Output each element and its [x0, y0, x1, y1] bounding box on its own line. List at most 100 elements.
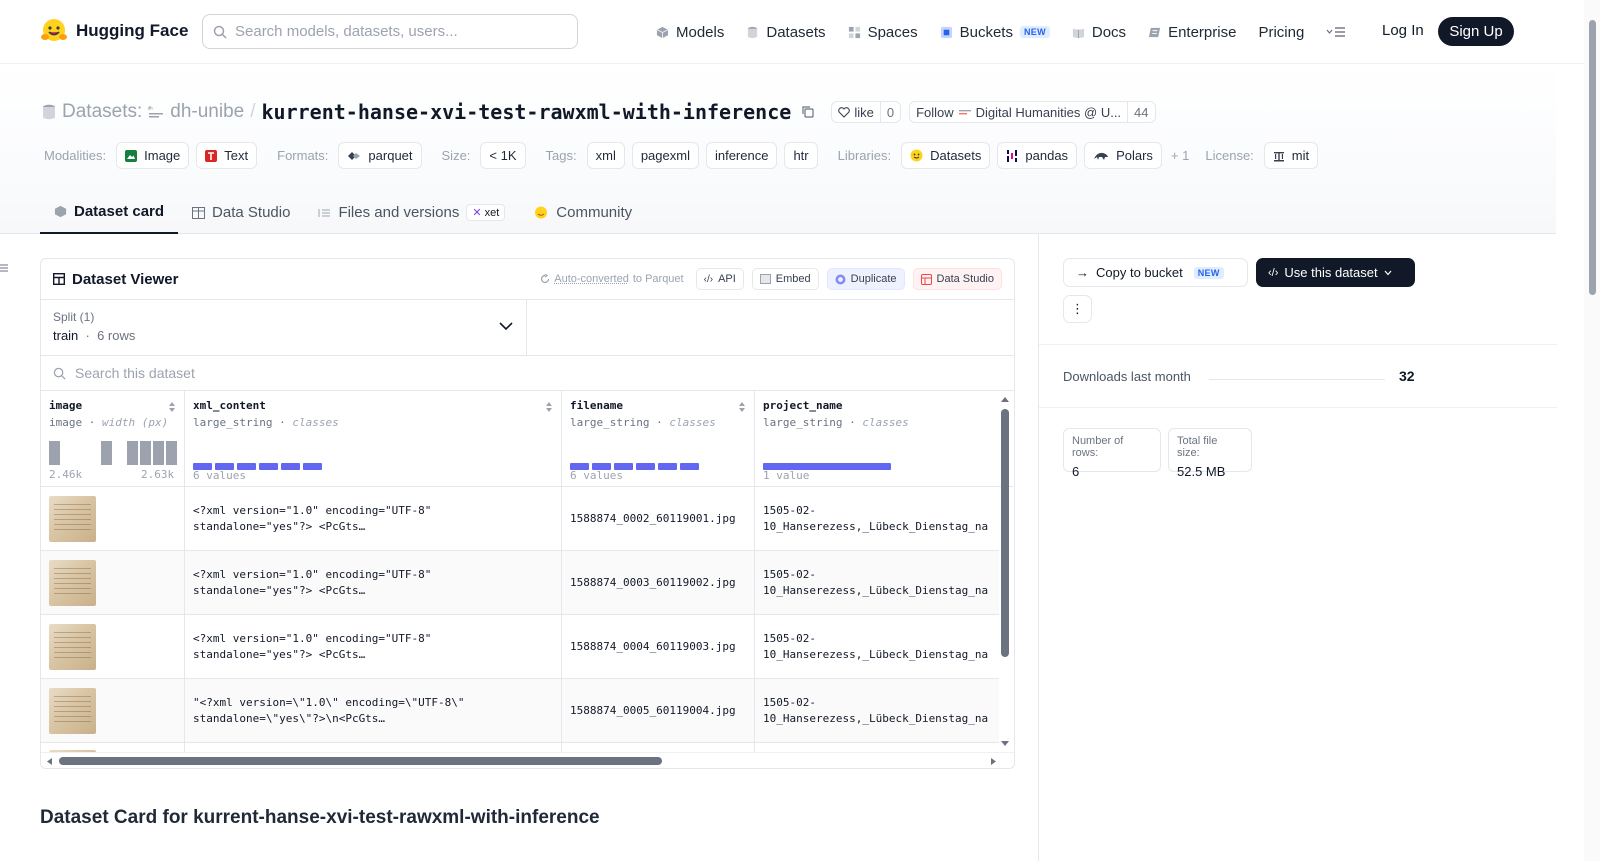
- tag-license[interactable]: mit: [1263, 142, 1319, 169]
- tag-size[interactable]: < 1K: [480, 142, 526, 169]
- nav-docs[interactable]: Docs: [1072, 24, 1126, 41]
- tag-xml[interactable]: xml: [586, 142, 625, 169]
- tag-parquet[interactable]: parquet: [338, 142, 422, 169]
- copy-icon[interactable]: [801, 105, 815, 119]
- column-header-xml-content[interactable]: xml_content large_string · classes 6 val…: [185, 391, 562, 487]
- nav-models[interactable]: Models: [656, 24, 724, 41]
- image-cell[interactable]: [41, 679, 185, 743]
- login-link[interactable]: Log In: [1382, 22, 1424, 39]
- manuscript-thumbnail[interactable]: [49, 496, 96, 542]
- column-header-project-name[interactable]: project_name large_string · classes 1 va…: [755, 391, 1013, 487]
- image-cell[interactable]: [41, 551, 185, 615]
- api-button-label: API: [718, 273, 736, 285]
- sort-icon[interactable]: [738, 401, 746, 413]
- tag-inference[interactable]: inference: [705, 142, 778, 169]
- org-link[interactable]: dh-unibe: [170, 101, 244, 123]
- brand-logo-link[interactable]: Hugging Face: [40, 17, 188, 45]
- tag-datasets-lib[interactable]: Datasets: [901, 142, 991, 169]
- column-header-filename[interactable]: filename large_string · classes 6 values: [562, 391, 755, 487]
- global-search[interactable]: [202, 14, 578, 49]
- auto-converted-note[interactable]: Auto-converted to Parquet: [540, 273, 684, 285]
- api-button[interactable]: ‹/› API: [695, 268, 744, 290]
- signup-button[interactable]: Sign Up: [1438, 17, 1514, 46]
- tag-pagexml[interactable]: pagexml: [631, 142, 699, 169]
- tag-text[interactable]: Text: [196, 142, 258, 169]
- tag-image[interactable]: Image: [116, 142, 190, 169]
- xml-cell[interactable]: "<?xml version=\"1.0\" encoding=\"UTF-8\…: [185, 679, 562, 743]
- table-row[interactable]: <?xml version="1.0" encoding="UTF-8" sta…: [41, 487, 999, 551]
- scroll-up-icon[interactable]: [1000, 395, 1010, 403]
- tab-community-label: Community: [556, 204, 633, 221]
- scroll-right-icon[interactable]: [990, 757, 998, 766]
- nav-more-menu[interactable]: [1326, 26, 1346, 38]
- dataset-viewer: Dataset Viewer Auto-converted to Parquet…: [40, 258, 1015, 769]
- tag-polars[interactable]: Polars: [1084, 142, 1162, 169]
- manuscript-thumbnail[interactable]: [49, 624, 96, 670]
- manuscript-thumbnail[interactable]: [49, 688, 96, 734]
- embed-button[interactable]: Embed: [751, 268, 819, 290]
- nav-pricing[interactable]: Pricing: [1258, 24, 1304, 41]
- tab-community[interactable]: Community: [519, 191, 646, 234]
- follow-button[interactable]: Follow Digital Humanities @ U... 44: [909, 101, 1156, 123]
- project-cell[interactable]: 1505-02- 10_Hanserezess,_Lübeck_Dienstag…: [755, 679, 999, 743]
- xml-cell[interactable]: <?xml version="1.0" encoding="UTF-8" sta…: [185, 615, 562, 679]
- copy-to-bucket-button[interactable]: → Copy to bucket NEW: [1063, 258, 1248, 287]
- scroll-left-icon[interactable]: [45, 757, 53, 766]
- nav-datasets[interactable]: Datasets: [746, 24, 826, 41]
- global-search-input[interactable]: [235, 23, 555, 40]
- libraries-more[interactable]: + 1: [1171, 148, 1189, 163]
- datasets-section-link[interactable]: Datasets:: [62, 101, 142, 123]
- project-cell[interactable]: 1505-02- 10_Hanserezess,_Lübeck_Dienstag…: [755, 551, 999, 615]
- nav-spaces[interactable]: Spaces: [848, 24, 918, 41]
- filename-cell[interactable]: 1588874_0004_60119003.jpg: [562, 615, 755, 679]
- table-row[interactable]: <?xml version="1.0" encoding="UTF-8" sta…: [41, 551, 999, 615]
- hugging-face-logo-icon: [41, 19, 67, 41]
- use-this-dataset-button[interactable]: ‹/› Use this dataset: [1256, 258, 1415, 287]
- formats-label: Formats:: [277, 148, 329, 163]
- image-cell[interactable]: [41, 615, 185, 679]
- manuscript-thumbnail[interactable]: [49, 560, 96, 606]
- tag-htr[interactable]: htr: [784, 142, 818, 169]
- xml-cell[interactable]: <?xml version="1.0" encoding="UTF-8" sta…: [185, 487, 562, 551]
- like-button[interactable]: like 0: [831, 101, 902, 123]
- tag-pandas[interactable]: pandas: [997, 142, 1078, 169]
- dataset-search-input[interactable]: [75, 365, 475, 381]
- tab-dataset-card[interactable]: Dataset card: [40, 191, 179, 234]
- toc-toggle-icon[interactable]: [0, 262, 8, 274]
- page-scrollbar[interactable]: [1584, 0, 1600, 861]
- more-options-button[interactable]: ⋮: [1063, 295, 1092, 323]
- xml-cell[interactable]: <?xml version="1.0" encoding="UTF-8" sta…: [185, 551, 562, 615]
- filename-cell[interactable]: 1588874_0003_60119002.jpg: [562, 551, 755, 615]
- horizontal-scrollbar[interactable]: [41, 752, 1014, 768]
- image-cell[interactable]: [41, 487, 185, 551]
- dataset-search[interactable]: [41, 356, 1014, 391]
- column-summary: 6 values: [570, 469, 623, 482]
- histogram-min: 2.46k: [49, 468, 83, 481]
- table-row[interactable]: "<?xml version=\"1.0\" encoding=\"UTF-8\…: [41, 679, 999, 743]
- filename-cell[interactable]: 1588874_0002_60119001.jpg: [562, 487, 755, 551]
- embed-icon: [759, 274, 771, 284]
- sort-icon[interactable]: [545, 401, 553, 413]
- sort-icon[interactable]: [168, 401, 176, 413]
- table-row[interactable]: <?xml version="1.0" encoding="UTF-8" sta…: [41, 615, 999, 679]
- project-cell[interactable]: 1505-02- 10_Hanserezess,_Lübeck_Dienstag…: [755, 615, 999, 679]
- filename-cell[interactable]: 1588874_0005_60119004.jpg: [562, 679, 755, 743]
- horizontal-scrollbar-thumb[interactable]: [59, 757, 662, 765]
- scroll-down-icon[interactable]: [1000, 740, 1010, 748]
- nav-enterprise[interactable]: Enterprise: [1148, 24, 1236, 41]
- tag-image-label: Image: [144, 148, 181, 163]
- tab-data-studio[interactable]: Data Studio: [178, 191, 304, 234]
- data-studio-button[interactable]: Data Studio: [912, 268, 1002, 290]
- project-cell[interactable]: 1505-02- 10_Hanserezess,_Lübeck_Dienstag…: [755, 487, 999, 551]
- duplicate-button[interactable]: Duplicate: [826, 268, 905, 290]
- page-scrollbar-thumb[interactable]: [1589, 20, 1596, 295]
- column-type: large_string: [570, 416, 650, 429]
- hugging-face-icon: [910, 149, 923, 162]
- tab-files-and-versions[interactable]: Files and versions ✕ xet: [304, 191, 519, 234]
- column-header-image[interactable]: image image · width (px) 2.46k 2.63k: [41, 391, 185, 487]
- table-icon: [53, 273, 65, 285]
- nav-buckets[interactable]: Buckets NEW: [940, 24, 1050, 41]
- auto-converted-link[interactable]: Auto-converted: [554, 273, 629, 285]
- vertical-scrollbar-thumb[interactable]: [1001, 409, 1009, 657]
- split-selector[interactable]: Split (1) train · 6 rows: [41, 300, 527, 355]
